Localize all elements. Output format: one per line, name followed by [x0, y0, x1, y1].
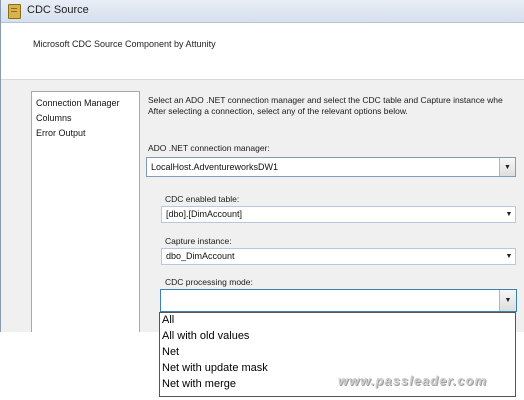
watermark: www.passleader.com [338, 373, 488, 388]
dropdown-option-all[interactable]: All [162, 314, 174, 326]
capture-instance-value: dbo_DimAccount [166, 251, 235, 261]
chevron-down-icon[interactable]: ▼ [499, 290, 516, 311]
sidebar-item-connection-manager[interactable]: Connection Manager [36, 98, 120, 108]
dropdown-option-net-with-merge[interactable]: Net with merge [162, 378, 236, 390]
connection-manager-select[interactable]: LocalHost.AdventureworksDW1 ▼ [146, 157, 516, 177]
chevron-down-icon[interactable]: ▼ [499, 158, 515, 176]
dropdown-option-net[interactable]: Net [162, 346, 179, 358]
sidebar-nav: Connection Manager Columns Error Output [31, 91, 140, 332]
capture-instance-select[interactable]: dbo_DimAccount ▼ [161, 248, 516, 265]
sidebar-item-columns[interactable]: Columns [36, 113, 72, 123]
intro-text-line-1: Select an ADO .NET connection manager an… [148, 95, 503, 105]
dropdown-option-net-with-update-mask[interactable]: Net with update mask [162, 362, 268, 374]
cdc-source-window: CDC Source Microsoft CDC Source Componen… [0, 0, 524, 332]
processing-mode-label: CDC processing mode: [165, 277, 253, 287]
connection-manager-value: LocalHost.AdventureworksDW1 [151, 162, 279, 172]
chevron-down-icon[interactable]: ▼ [503, 207, 515, 222]
chevron-down-icon[interactable]: ▼ [503, 249, 515, 264]
sidebar-item-error-output[interactable]: Error Output [36, 128, 86, 138]
connection-manager-label: ADO .NET connection manager: [148, 143, 270, 153]
intro-text-line-2: After selecting a connection, select any… [148, 106, 408, 116]
app-icon [8, 4, 21, 19]
capture-instance-label: Capture instance: [165, 236, 232, 246]
cdc-table-label: CDC enabled table: [165, 194, 240, 204]
cdc-table-select[interactable]: [dbo].[DimAccount] ▼ [161, 206, 516, 223]
window-title: CDC Source [27, 4, 89, 16]
component-subtitle: Microsoft CDC Source Component by Attuni… [33, 39, 216, 49]
header-panel: Microsoft CDC Source Component by Attuni… [1, 23, 524, 80]
dropdown-option-all-with-old-values[interactable]: All with old values [162, 330, 249, 342]
processing-mode-select[interactable]: ▼ [160, 289, 517, 312]
title-bar: CDC Source [1, 0, 524, 23]
cdc-table-value: [dbo].[DimAccount] [166, 209, 243, 219]
